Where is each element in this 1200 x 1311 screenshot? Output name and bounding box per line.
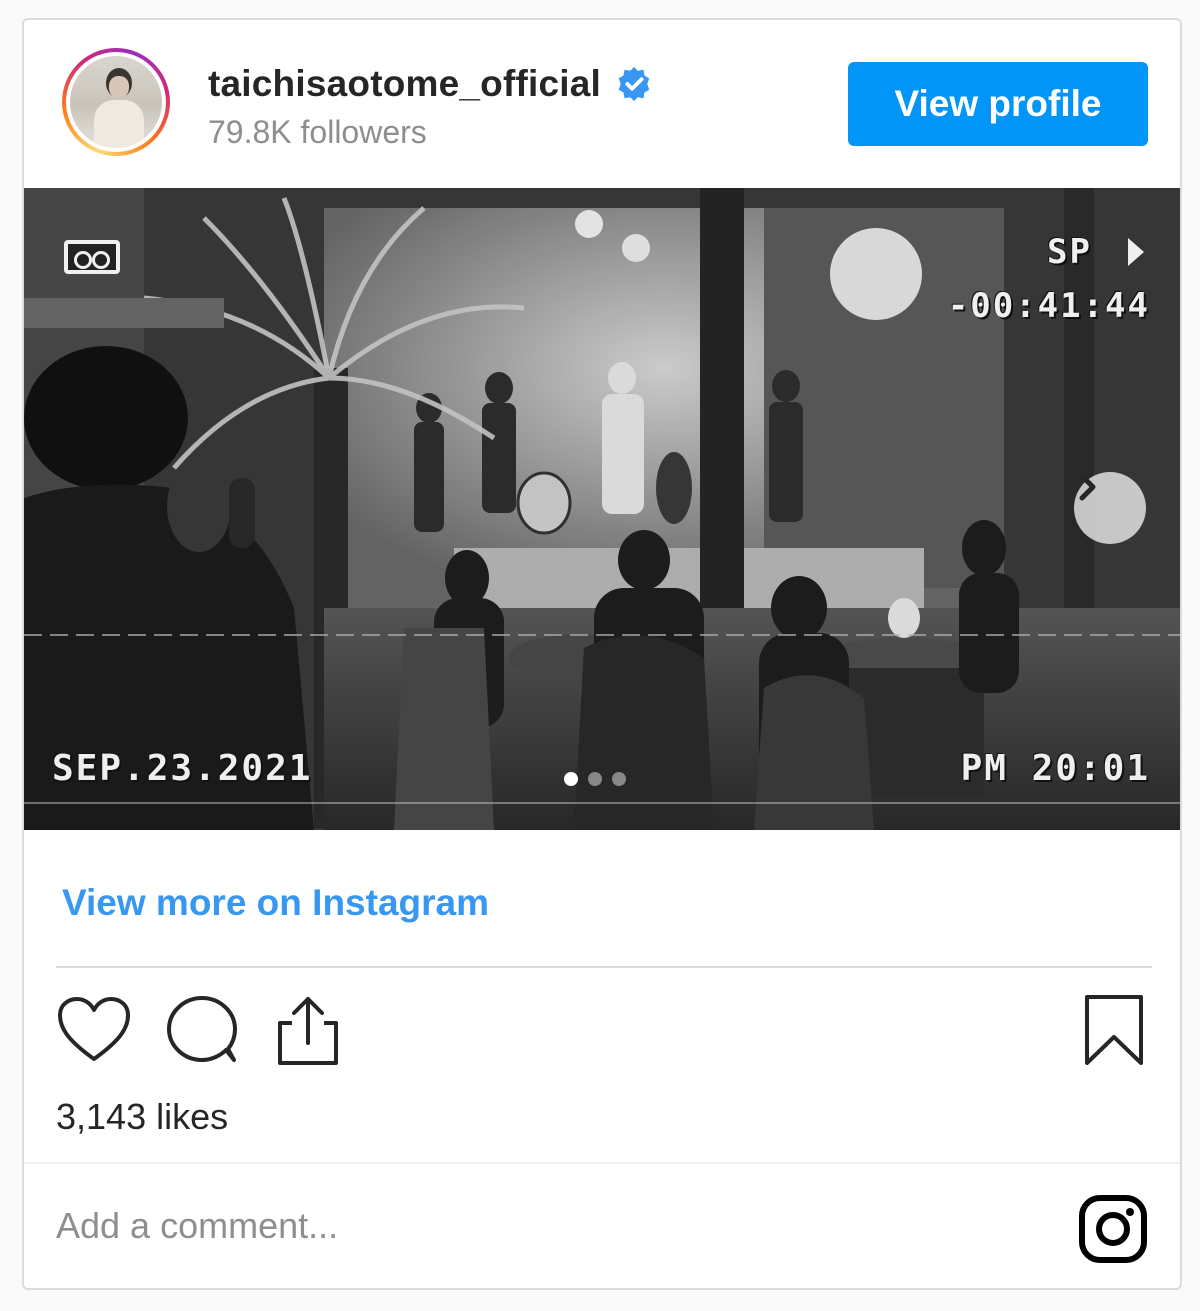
save-button[interactable] [1074, 992, 1154, 1072]
carousel-indicator [564, 772, 626, 786]
verified-badge-icon [615, 65, 653, 103]
instagram-embed-card: taichisaotome_official 79.8K followers V… [22, 18, 1182, 1290]
heart-icon [56, 995, 132, 1070]
osd-time: PM 20:01 [960, 748, 1150, 789]
divider [56, 966, 1152, 968]
action-bar [54, 992, 1154, 1072]
follower-count: 79.8K followers [208, 114, 427, 150]
view-profile-button[interactable]: View profile [848, 62, 1148, 146]
comment-button[interactable] [162, 992, 242, 1072]
comment-icon [164, 994, 240, 1071]
instagram-logo-icon[interactable] [1078, 1194, 1148, 1264]
view-more-link[interactable]: View more on Instagram [62, 882, 489, 924]
divider [24, 1162, 1180, 1164]
post-media[interactable]: SP -00:41:44 SEP.23.2021 PM 20:01 [24, 188, 1180, 830]
play-indicator-icon [1128, 238, 1144, 266]
osd-mode: SP [1047, 232, 1092, 272]
cassette-icon [64, 240, 120, 274]
osd-counter: -00:41:44 [947, 286, 1150, 326]
carousel-next-button[interactable] [1074, 472, 1146, 544]
comment-input[interactable] [56, 1196, 1036, 1256]
share-button[interactable] [268, 992, 348, 1072]
avatar-story-ring[interactable] [62, 48, 170, 156]
osd-date: SEP.23.2021 [52, 748, 313, 789]
avatar[interactable] [70, 56, 162, 148]
bookmark-icon [1083, 993, 1145, 1072]
share-icon [274, 993, 342, 1072]
carousel-dot [564, 772, 578, 786]
carousel-dot [612, 772, 626, 786]
like-button[interactable] [54, 992, 134, 1072]
post-header: taichisaotome_official 79.8K followers V… [24, 20, 1180, 188]
carousel-dot [588, 772, 602, 786]
post-photo [24, 188, 1180, 830]
username[interactable]: taichisaotome_official [208, 63, 601, 105]
like-count: 3,143 likes [56, 1096, 229, 1137]
